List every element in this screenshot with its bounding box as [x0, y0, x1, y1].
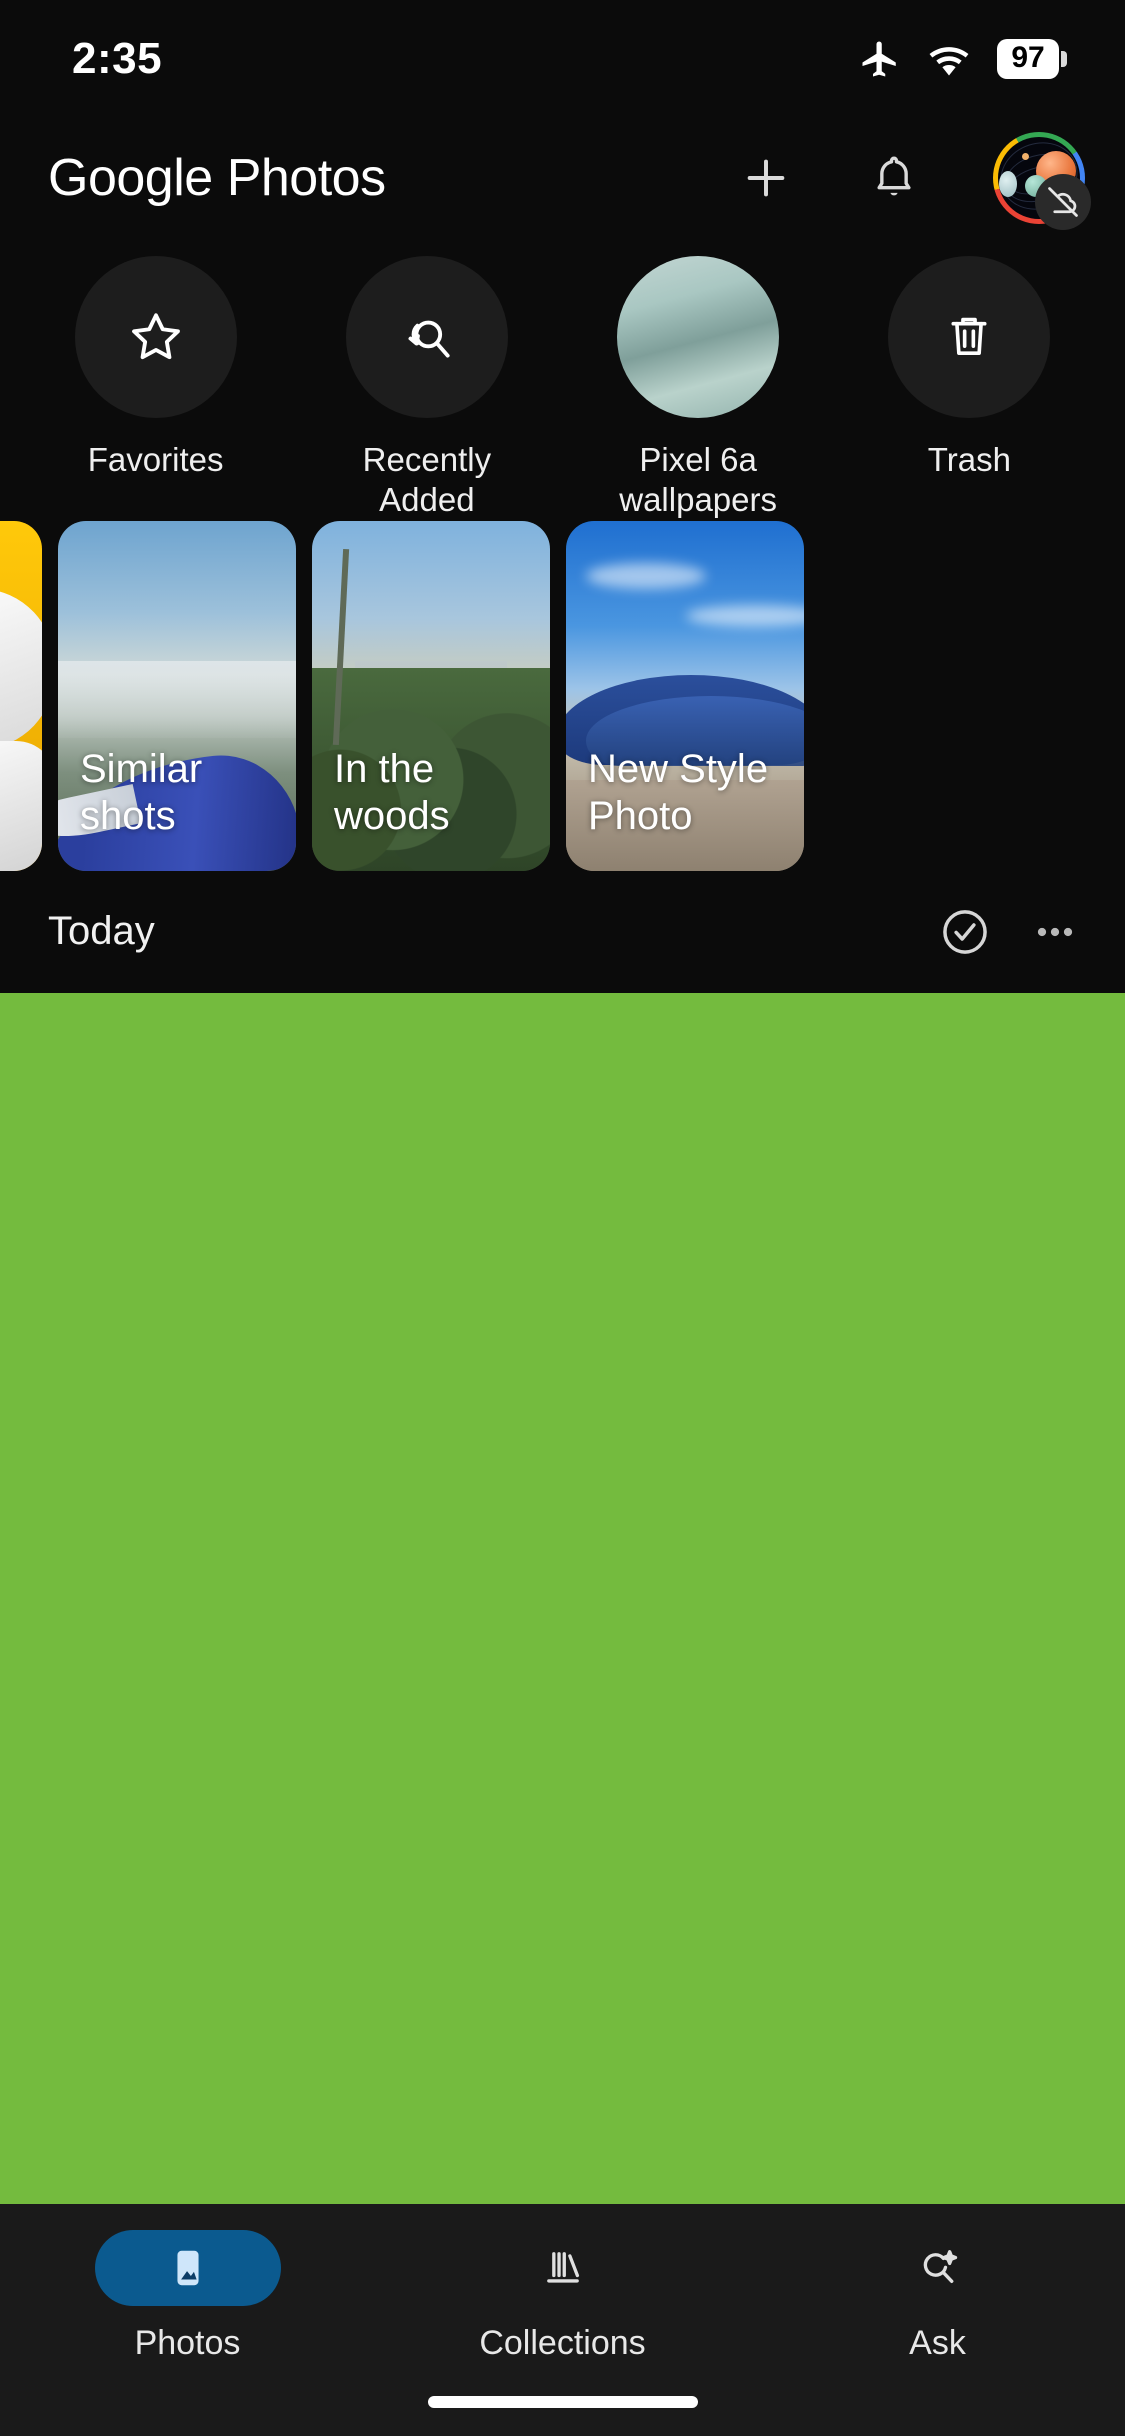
nav-pill	[470, 2230, 656, 2306]
history-search-icon	[396, 306, 458, 368]
app-bar: Google Photos	[0, 118, 1125, 238]
account-avatar[interactable]	[993, 132, 1091, 230]
bell-icon	[867, 151, 921, 205]
plus-icon	[738, 150, 794, 206]
airplane-mode-icon	[859, 38, 901, 80]
trash-icon	[940, 308, 998, 366]
nav-label: Collections	[479, 2324, 646, 2362]
notifications-button[interactable]	[851, 135, 937, 221]
quick-access-label: Pixel 6a wallpapers	[619, 441, 777, 519]
add-button[interactable]	[723, 135, 809, 221]
nav-item-collections[interactable]: Collections	[375, 2230, 750, 2363]
nav-pill-active	[94, 2230, 281, 2306]
quick-access-label: Trash	[927, 441, 1011, 478]
photo-icon	[165, 2245, 211, 2291]
cloud-off-icon[interactable]	[1035, 174, 1091, 230]
silhouette-body	[0, 740, 42, 871]
quick-access-label: Recently Added	[362, 441, 492, 519]
nav-item-ask[interactable]: Ask	[750, 2230, 1125, 2363]
memory-card[interactable]	[0, 520, 42, 871]
silhouette-head	[0, 588, 42, 749]
nav-item-photos[interactable]: Photos	[0, 2230, 375, 2363]
app-bar-actions	[723, 132, 1091, 230]
person-silhouette	[0, 571, 42, 871]
quick-access-item-recently-added[interactable]: Recently Added	[291, 256, 562, 521]
battery-percent-label: 97	[997, 39, 1059, 79]
quick-access-label: Favorites	[87, 441, 224, 478]
home-indicator[interactable]	[427, 2396, 698, 2408]
app-title-photos: Photos	[226, 149, 386, 207]
album-thumbnail	[617, 256, 780, 418]
quick-access-circle	[888, 256, 1051, 418]
quick-access-row: Favorites Recently Added Pixel 6a wallpa…	[0, 238, 1125, 521]
nav-label: Ask	[909, 2324, 966, 2362]
avatar-planet	[999, 171, 1017, 197]
status-bar-icons: 97	[859, 37, 1067, 81]
battery-cap	[1061, 51, 1067, 67]
quick-access-item-pixel-6a-wallpapers[interactable]: Pixel 6a wallpapers	[563, 256, 834, 521]
app-title: Google Photos	[48, 148, 386, 208]
memory-card-title: Similar shots	[80, 747, 203, 839]
quick-access-circle	[74, 256, 237, 418]
photo-grid-area[interactable]	[0, 992, 1125, 2204]
avatar-planet	[1022, 153, 1029, 160]
memory-card[interactable]: Similar shots	[58, 520, 296, 871]
bottom-navigation: Photos Collections Ask	[0, 2204, 1125, 2436]
app-title-google: Google	[48, 149, 213, 207]
wifi-icon	[927, 37, 971, 81]
collections-icon	[538, 2243, 588, 2293]
quick-access-item-trash[interactable]: Trash	[834, 256, 1105, 480]
google-photos-app: 2:35 97 Google Photos Favorites Recently…	[0, 0, 1125, 2436]
memory-card-title: New Style Photo	[588, 747, 769, 839]
cloud	[586, 562, 706, 589]
memory-card[interactable]: New Style Photo	[566, 520, 804, 871]
timeline-section-header: Today	[0, 871, 1125, 993]
quick-access-item-favorites[interactable]: Favorites	[20, 256, 291, 480]
section-title: Today	[48, 909, 155, 953]
battery-icon: 97	[997, 39, 1067, 79]
memory-card-title	[0, 841, 6, 871]
ask-sparkle-icon	[913, 2243, 963, 2293]
status-bar: 2:35 97	[0, 0, 1125, 118]
quick-access-circle	[345, 256, 508, 418]
memories-carousel[interactable]: Similar shots In the woods New Style Pho…	[0, 520, 1125, 871]
haze-layer	[58, 660, 296, 738]
section-actions	[937, 904, 1081, 960]
star-icon	[125, 306, 187, 368]
memory-card[interactable]: In the woods	[312, 520, 550, 871]
cloud	[686, 604, 804, 627]
check-circle-icon[interactable]	[937, 904, 993, 960]
nav-label: Photos	[134, 2324, 241, 2362]
more-horizontal-icon[interactable]	[1029, 906, 1081, 958]
status-bar-clock: 2:35	[72, 34, 163, 83]
memory-card-title: In the woods	[334, 747, 450, 839]
nav-pill	[845, 2230, 1031, 2306]
